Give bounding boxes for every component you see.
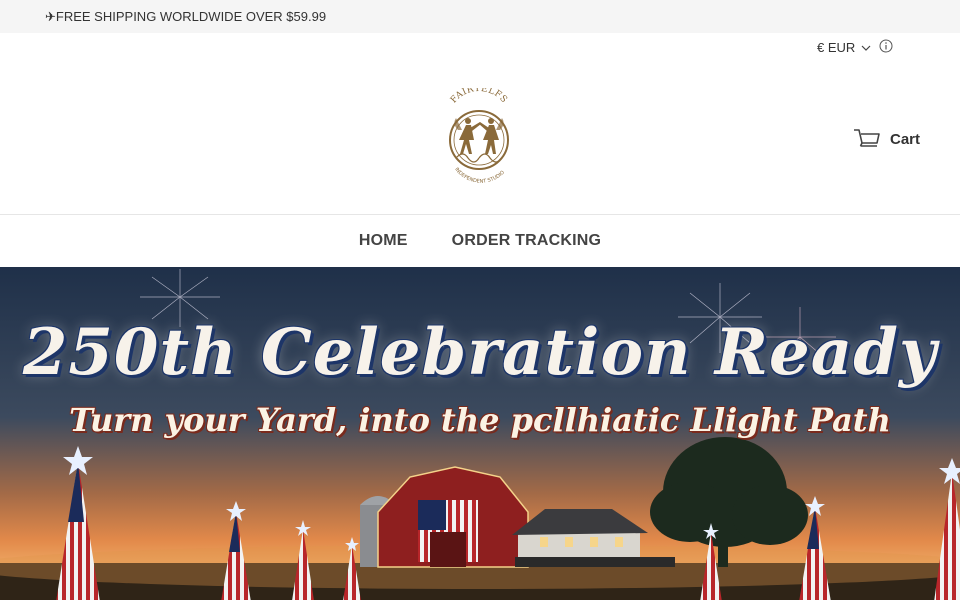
announcement-bar: ✈FREE SHIPPING WORLDWIDE OVER $59.99 — [0, 0, 960, 33]
cart-link[interactable]: Cart — [853, 127, 920, 151]
hero-title: 250th Celebration Ready — [22, 315, 938, 390]
main-nav: HOME ORDER TRACKING — [0, 214, 960, 267]
currency-selector[interactable]: € EUR — [817, 40, 871, 55]
info-icon[interactable] — [879, 39, 893, 53]
hero-banner[interactable]: 250th Celebration Ready Turn your Yard, … — [0, 267, 960, 600]
chevron-down-icon — [861, 45, 871, 51]
cart-label: Cart — [890, 130, 921, 148]
store-logo[interactable]: FAIRYELFS INDEPENDENT STUDIO — [438, 88, 520, 184]
announcement-text: ✈FREE SHIPPING WORLDWIDE OVER $59.99 — [45, 9, 327, 24]
nav-item-home[interactable]: HOME — [359, 232, 408, 250]
svg-text:FAIRYELFS: FAIRYELFS — [449, 88, 509, 105]
nav-item-order-tracking[interactable]: ORDER TRACKING — [452, 232, 601, 250]
cart-icon — [854, 129, 880, 147]
currency-label: € EUR — [817, 40, 856, 55]
hero-subtitle: Turn your Yard, into the pcllhiatic Llig… — [69, 401, 891, 439]
